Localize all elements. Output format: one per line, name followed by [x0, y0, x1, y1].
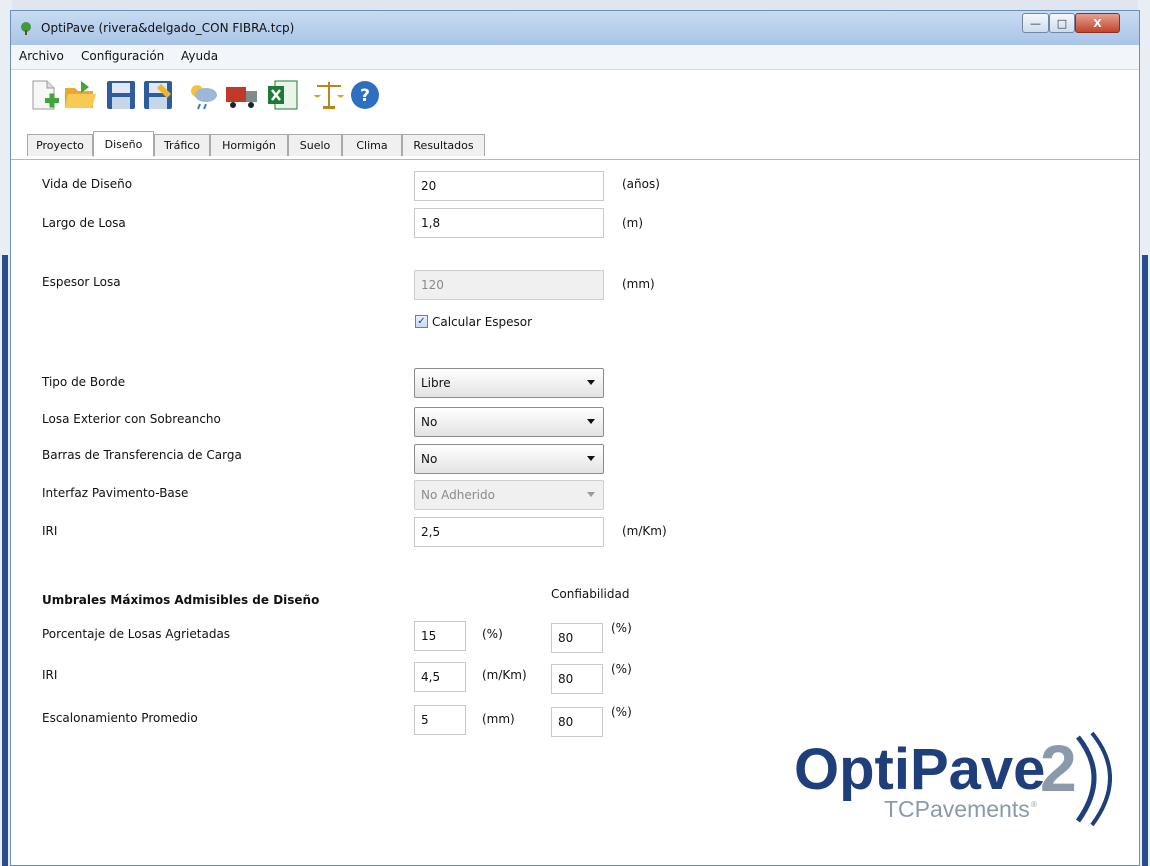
tab-diseno[interactable]: Diseño [93, 131, 154, 157]
close-icon: X [1093, 16, 1102, 30]
tab-clima[interactable]: Clima [342, 134, 402, 156]
chevron-down-icon [587, 380, 595, 385]
tab-proyecto[interactable]: Proyecto [27, 134, 93, 156]
help-icon[interactable]: ? [348, 78, 382, 112]
barras-value: No [421, 452, 438, 466]
iri-threshold-input[interactable] [414, 662, 466, 692]
iri-unit: (m/Km) [622, 524, 667, 538]
maximize-icon: □ [1056, 16, 1068, 30]
calcular-espesor-label: Calcular Espesor [432, 315, 533, 329]
iri-conf-unit: (%) [611, 662, 632, 676]
calcular-espesor-checkbox[interactable]: ✓ [415, 315, 428, 328]
chevron-down-icon [587, 492, 595, 497]
interfaz-value: No Adherido [421, 488, 495, 502]
largo-unit: (m) [622, 216, 644, 230]
app-leaf-icon [21, 22, 31, 35]
svg-text:?: ? [360, 86, 370, 106]
iri-threshold-unit: (m/Km) [482, 668, 527, 682]
vida-unit: (años) [622, 177, 660, 191]
menu-bar: Archivo Configuración Ayuda [11, 45, 1139, 70]
tipo-borde-value: Libre [421, 376, 451, 390]
iri-input[interactable] [414, 517, 604, 547]
escalonamiento-unit: (mm) [482, 712, 515, 726]
optipave-logo: OptiPave 2 TCPavements ® [794, 731, 1112, 827]
barras-select[interactable]: No [414, 444, 604, 474]
tab-trafico[interactable]: Tráfico [154, 134, 210, 156]
confiabilidad-label: Confiabilidad [551, 587, 630, 601]
tab-hormigon[interactable]: Hormigón [210, 134, 288, 156]
threshold-row-label: Porcentaje de Losas Agrietadas [42, 627, 231, 641]
threshold-row-label: IRI [42, 668, 58, 682]
menu-ayuda[interactable]: Ayuda [181, 49, 218, 63]
close-button[interactable]: X [1075, 13, 1120, 33]
sobreancho-label: Losa Exterior con Sobreancho [42, 412, 221, 426]
new-file-icon[interactable] [27, 78, 61, 112]
escalonamiento-conf-input[interactable] [551, 707, 603, 737]
minimize-button[interactable]: — [1022, 13, 1049, 33]
chevron-down-icon [587, 419, 595, 424]
agrietadas-conf-unit: (%) [611, 621, 632, 635]
background-window-edge [1142, 255, 1148, 866]
tipo-borde-select[interactable]: Libre [414, 368, 604, 398]
vida-label: Vida de Diseño [42, 177, 133, 191]
window-title: OptiPave (rivera&delgado_CON FIBRA.tcp) [41, 21, 295, 35]
interfaz-label: Interfaz Pavimento-Base [42, 486, 189, 500]
tab-suelo[interactable]: Suelo [288, 134, 342, 156]
background-window-edge [2, 255, 8, 866]
agrietadas-unit: (%) [482, 627, 503, 641]
largo-input[interactable] [414, 208, 604, 238]
chevron-down-icon [587, 456, 595, 461]
toolbar: ? [11, 70, 1139, 128]
threshold-row-label: Escalonamiento Promedio [42, 711, 198, 725]
save-icon[interactable] [104, 78, 138, 112]
minimize-icon: — [1030, 16, 1041, 30]
agrietadas-conf-input[interactable] [551, 623, 603, 653]
tipo-borde-label: Tipo de Borde [42, 375, 126, 389]
menu-configuracion[interactable]: Configuración [81, 49, 164, 63]
largo-label: Largo de Losa [42, 216, 126, 230]
logo-company: TCPavements [884, 796, 1030, 822]
sobreancho-value: No [421, 415, 438, 429]
espesor-input[interactable] [414, 270, 604, 300]
tab-resultados[interactable]: Resultados [402, 134, 485, 156]
logo-wordmark: OptiPave [794, 737, 1045, 802]
maximize-button[interactable]: □ [1049, 13, 1075, 33]
logo-registered-mark: ® [1031, 800, 1037, 809]
logo-version: 2 [1040, 731, 1077, 805]
open-folder-icon[interactable] [63, 78, 97, 112]
umbrales-heading: Umbrales Máximos Admisibles de Diseño [42, 593, 320, 607]
agrietadas-input[interactable] [414, 621, 466, 651]
iri-label: IRI [42, 524, 58, 538]
truck-icon[interactable] [225, 78, 259, 112]
iri-conf-input[interactable] [551, 664, 603, 694]
escalonamiento-conf-unit: (%) [611, 705, 632, 719]
tab-bar: Proyecto Diseño Tráfico Hormigón Suelo C… [11, 129, 1139, 160]
weather-icon[interactable] [186, 78, 220, 112]
interfaz-select[interactable]: No Adherido [414, 480, 604, 510]
save-as-icon[interactable] [141, 78, 175, 112]
sobreancho-select[interactable]: No [414, 407, 604, 437]
menu-archivo[interactable]: Archivo [19, 49, 64, 63]
espesor-label: Espesor Losa [42, 275, 121, 289]
excel-icon[interactable] [266, 78, 300, 112]
title-bar[interactable]: OptiPave (rivera&delgado_CON FIBRA.tcp) … [11, 11, 1139, 45]
scale-icon[interactable] [312, 78, 346, 112]
barras-label: Barras de Transferencia de Carga [42, 448, 242, 462]
escalonamiento-input[interactable] [414, 705, 466, 735]
vida-input[interactable] [414, 171, 604, 201]
app-window: OptiPave (rivera&delgado_CON FIBRA.tcp) … [10, 10, 1140, 866]
espesor-unit: (mm) [622, 277, 655, 291]
